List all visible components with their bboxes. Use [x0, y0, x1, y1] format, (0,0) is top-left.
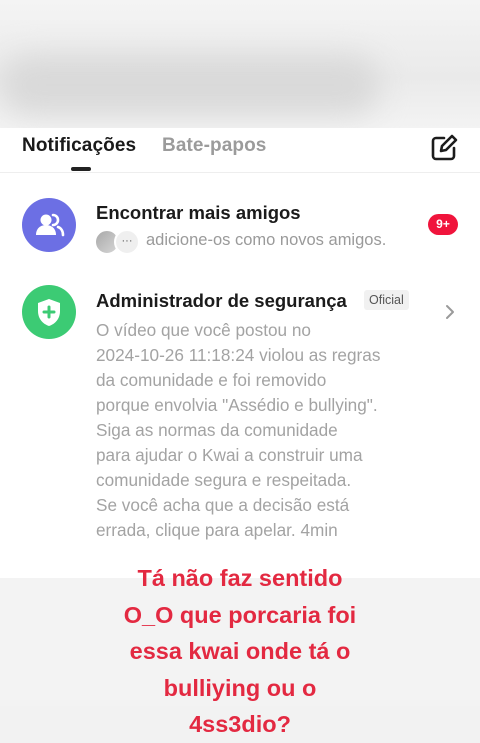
message-line: porque envolvia "Assédio e bullying".: [96, 395, 378, 415]
security-title: Administrador de segurança: [96, 290, 347, 311]
security-message: O vídeo que você postou no 2024-10-26 11…: [96, 318, 426, 543]
tab-bate-papos[interactable]: Bate-papos: [162, 135, 266, 157]
caption-overlay: Tá não faz sentido O_O que porcaria foi …: [0, 560, 480, 743]
friends-avatar: [22, 198, 76, 252]
more-friends-icon: ···: [114, 229, 140, 255]
caption-line: O_O que porcaria foi: [123, 601, 357, 628]
message-line: para ajudar o Kwai a construir uma: [96, 445, 363, 465]
security-avatar: [22, 285, 76, 339]
chevron-right-icon[interactable]: [442, 302, 458, 322]
message-line: errada, clique para apelar. 4min: [96, 520, 338, 540]
message-line: 2024-10-26 11:18:24 violou as regras: [96, 345, 381, 365]
blurred-header: [0, 0, 480, 128]
message-line: da comunidade e foi removido: [96, 370, 327, 390]
edit-icon[interactable]: [428, 132, 460, 164]
message-line: comunidade segura e respeitada.: [96, 470, 352, 490]
caption-line: 4ss3dio?: [189, 711, 291, 737]
friends-subtitle: adicione-os como novos amigos.: [146, 231, 387, 249]
caption-line: bulliying ou o: [163, 674, 317, 701]
caption-line: Tá não faz sentido: [137, 565, 343, 591]
message-line: Se você acha que a decisão está: [96, 495, 350, 515]
unread-badge: 9+: [428, 214, 458, 235]
shield-plus-icon: [38, 299, 60, 326]
tab-notificacoes[interactable]: Notificações: [22, 135, 136, 157]
active-tab-indicator: [71, 167, 91, 171]
message-line: Siga as normas da comunidade: [96, 420, 338, 440]
friends-icon: [36, 213, 65, 237]
message-line: O vídeo que você postou no: [96, 320, 311, 340]
friends-title: Encontrar mais amigos: [96, 202, 301, 223]
caption-line: essa kwai onde tá o: [129, 638, 351, 664]
blurred-region: [0, 55, 380, 115]
notifications-panel: Notificações Bate-papos Encontrar mais a…: [0, 128, 480, 578]
official-tag: Oficial: [364, 290, 409, 310]
tab-bar: Notificações Bate-papos: [0, 128, 480, 173]
